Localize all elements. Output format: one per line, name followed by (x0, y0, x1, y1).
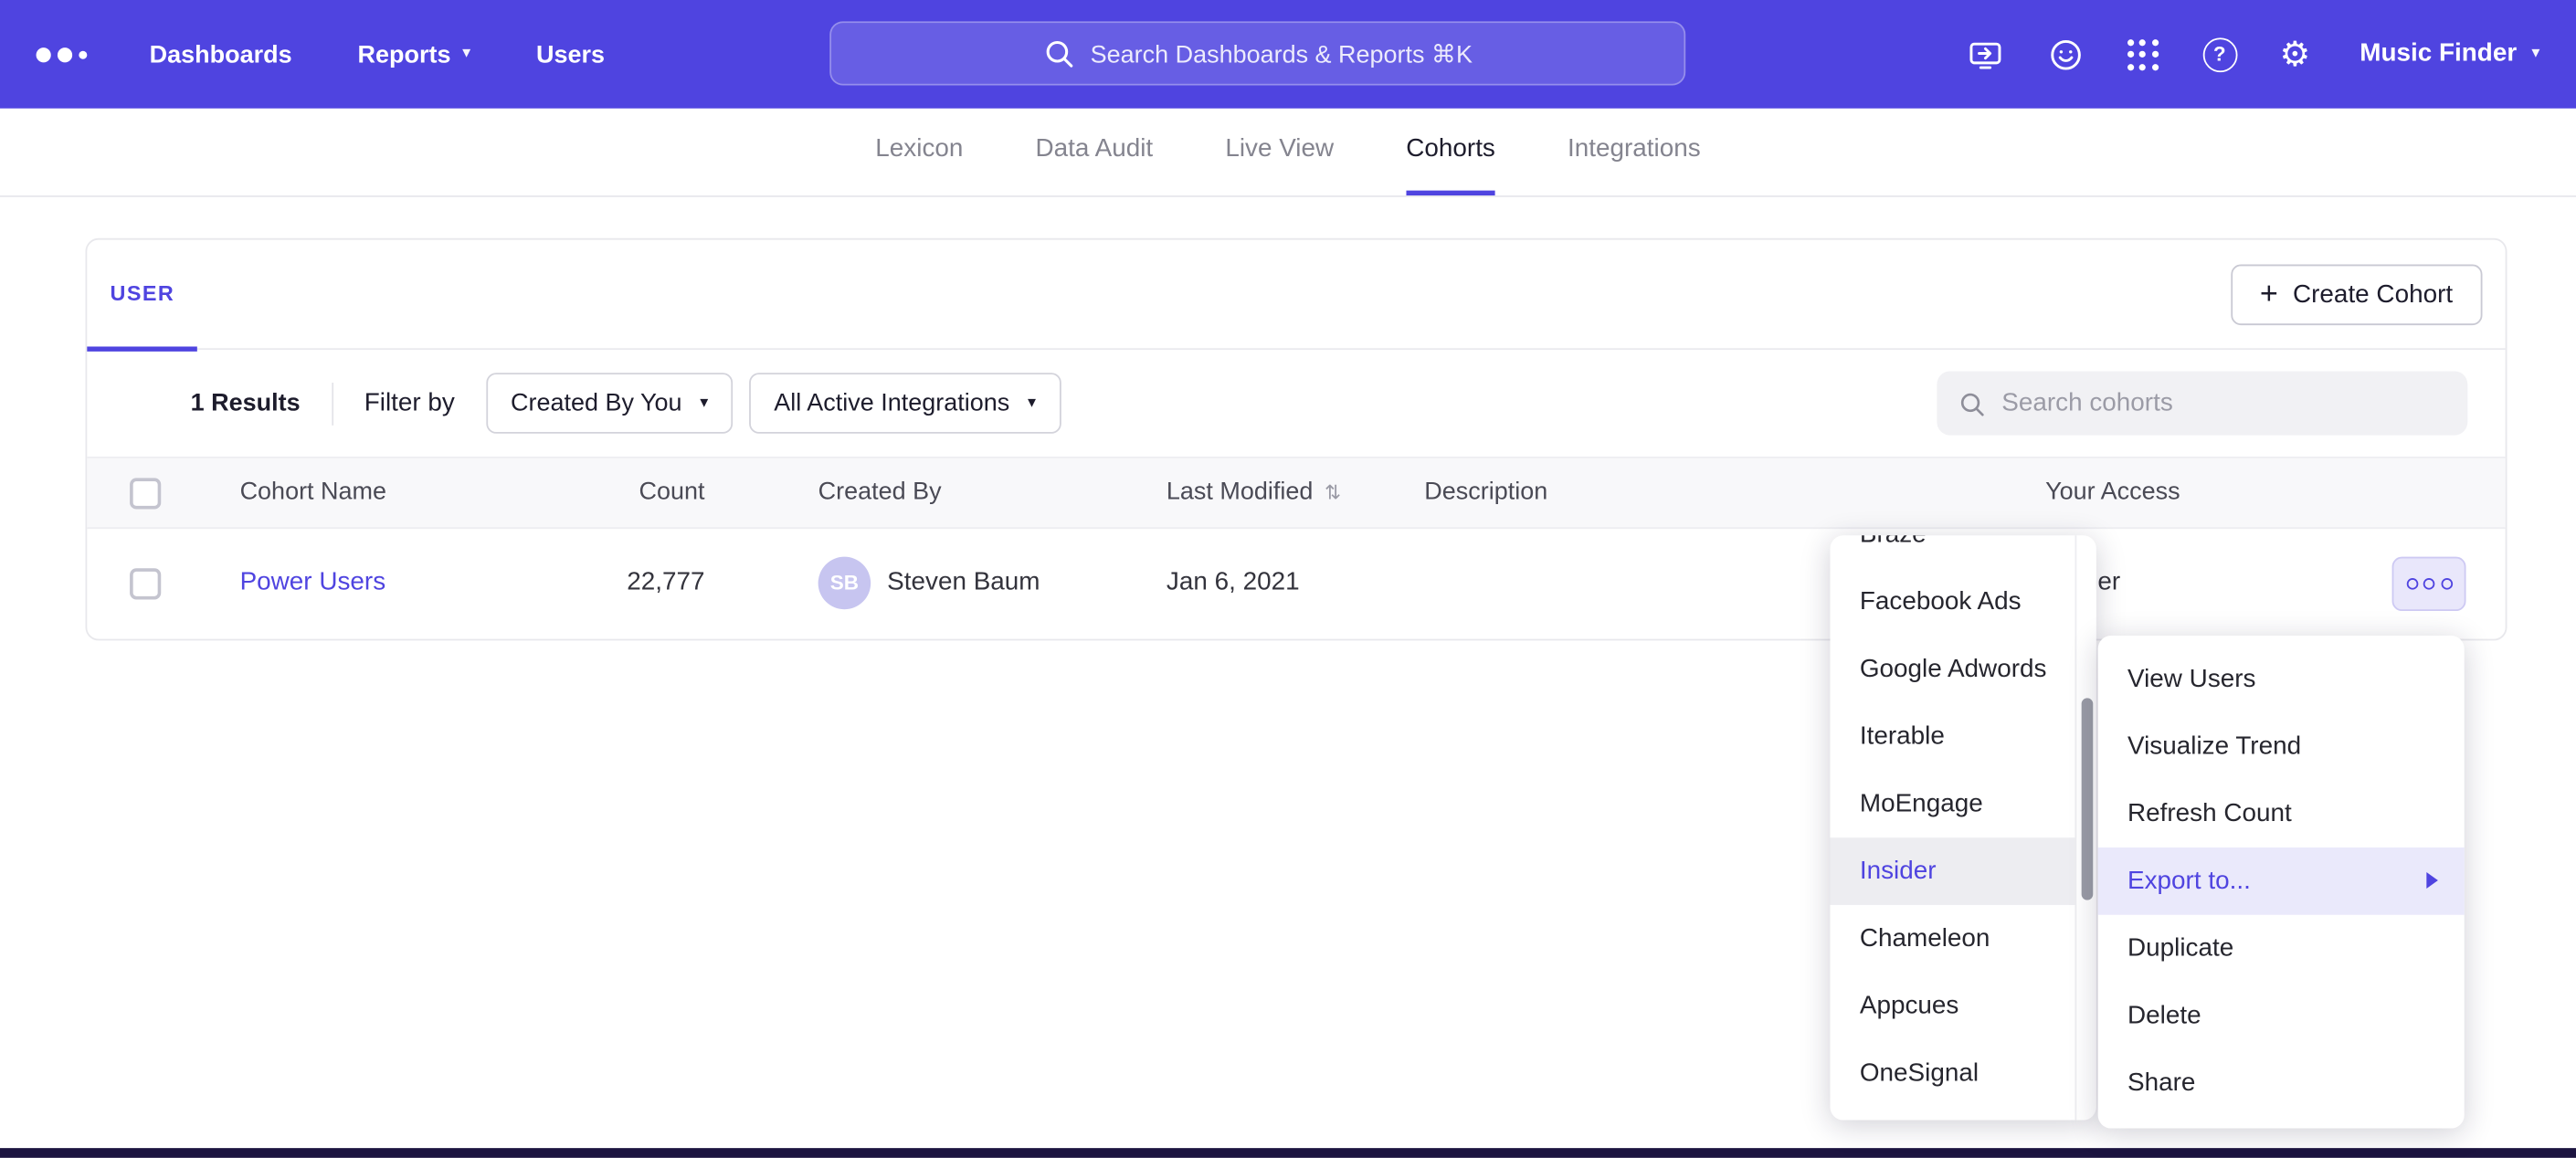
header-description: Description (1424, 458, 1547, 528)
results-count: 1 Results (191, 389, 301, 417)
logo-dot (37, 47, 51, 61)
table-row: Power Users 22,777 SB Steven Baum Jan 6,… (87, 529, 2505, 637)
global-search-placeholder: Search Dashboards & Reports ⌘K (1091, 38, 1473, 68)
integrations-filter-dropdown[interactable]: All Active Integrations ▾ (749, 373, 1061, 434)
header-last-modified-label: Last Modified (1167, 458, 1313, 528)
cohort-search-box (1937, 371, 2467, 435)
cohort-search-input[interactable] (2001, 388, 2446, 417)
nav-reports-label: Reports (358, 40, 451, 68)
feedback-smiley-icon[interactable] (2046, 36, 2084, 73)
tab-user-cohorts[interactable]: USER (87, 240, 197, 352)
navbar-actions: ? ⚙ Music Finder ▾ (1966, 36, 2540, 73)
last-modified-value: Jan 6, 2021 (1167, 529, 1300, 637)
top-navbar: Dashboards Reports ▾ Users Search Dashbo… (0, 0, 2576, 109)
menu-item-appcues[interactable]: Appcues (1830, 973, 2075, 1040)
workspace-switcher[interactable]: Music Finder ▾ (2360, 39, 2539, 68)
settings-gear-icon[interactable]: ⚙ (2279, 37, 2310, 71)
kebab-dot (2423, 578, 2435, 590)
scrollbar-track[interactable] (2075, 535, 2096, 1120)
export-menu-scroll-area: Braze Facebook Ads Google Adwords Iterab… (1830, 535, 2075, 1120)
search-icon (1958, 388, 1986, 417)
apps-grid-icon[interactable] (2127, 37, 2159, 70)
tab-integrations[interactable]: Integrations (1568, 109, 1701, 195)
kebab-dot (2441, 578, 2453, 590)
created-by-filter-dropdown[interactable]: Created By You ▾ (486, 373, 733, 434)
header-your-access: Your Access (2045, 458, 2180, 528)
primary-nav: Dashboards Reports ▾ Users (150, 40, 605, 68)
menu-item-visualize-trend[interactable]: Visualize Trend (2098, 713, 2465, 781)
chevron-down-icon: ▾ (700, 395, 708, 412)
workspace-name: Music Finder (2360, 39, 2517, 68)
menu-item-onesignal[interactable]: OneSignal (1830, 1039, 2075, 1107)
cohorts-card-header: USER + Create Cohort (87, 240, 2505, 350)
export-destinations-menu: Braze Facebook Ads Google Adwords Iterab… (1830, 535, 2096, 1120)
cohorts-card: USER + Create Cohort 1 Results Filter by… (86, 238, 2507, 641)
section-tabs: Lexicon Data Audit Live View Cohorts Int… (0, 109, 2576, 197)
menu-item-moengage[interactable]: MoEngage (1830, 770, 2075, 837)
filter-row: 1 Results Filter by Created By You ▾ All… (87, 350, 2505, 457)
select-all-checkbox[interactable] (130, 478, 161, 509)
header-created-by: Created By (818, 458, 942, 528)
bottom-window-edge (0, 1148, 2576, 1158)
cohort-name-link[interactable]: Power Users (240, 529, 386, 637)
menu-item-duplicate[interactable]: Duplicate (2098, 915, 2465, 983)
tab-data-audit[interactable]: Data Audit (1036, 109, 1154, 195)
menu-item-braze[interactable]: Braze (1830, 535, 2075, 568)
menu-item-chameleon[interactable]: Chameleon (1830, 905, 2075, 973)
creator-name: Steven Baum (887, 529, 1040, 637)
menu-item-facebook-ads[interactable]: Facebook Ads (1830, 568, 2075, 636)
menu-item-refresh-count[interactable]: Refresh Count (2098, 780, 2465, 847)
menu-item-export-to-label: Export to... (2127, 868, 2251, 896)
nav-reports[interactable]: Reports ▾ (358, 40, 471, 68)
menu-item-google-adwords[interactable]: Google Adwords (1830, 636, 2075, 703)
chevron-down-icon: ▾ (2531, 46, 2539, 62)
search-icon (1042, 37, 1073, 68)
global-search-input[interactable]: Search Dashboards & Reports ⌘K (829, 21, 1685, 85)
logo-dot (79, 50, 87, 58)
header-count: Count (541, 458, 705, 528)
sort-icon[interactable]: ⇅ (1325, 458, 1341, 528)
row-actions-kebab-button[interactable] (2392, 557, 2466, 611)
tab-cohorts[interactable]: Cohorts (1406, 109, 1495, 195)
row-actions-menu: View Users Visualize Trend Refresh Count… (2098, 636, 2465, 1129)
logo-dot (58, 47, 72, 61)
header-last-modified[interactable]: Last Modified ⇅ (1167, 458, 1341, 528)
menu-item-delete[interactable]: Delete (2098, 982, 2465, 1049)
chevron-down-icon: ▾ (462, 46, 470, 62)
kebab-dot (2406, 578, 2418, 590)
filter-by-label: Filter by (364, 388, 455, 417)
plus-icon: + (2260, 279, 2278, 310)
nav-dashboards[interactable]: Dashboards (150, 40, 292, 68)
creator-avatar: SB (818, 557, 871, 610)
integrations-filter-label: All Active Integrations (774, 389, 1009, 417)
tab-lexicon[interactable]: Lexicon (875, 109, 963, 195)
chevron-down-icon: ▾ (1028, 395, 1036, 412)
help-icon[interactable]: ? (2202, 37, 2237, 71)
tab-live-view[interactable]: Live View (1225, 109, 1334, 195)
divider (332, 382, 333, 425)
create-cohort-label: Create Cohort (2293, 280, 2453, 310)
menu-item-insider[interactable]: Insider (1830, 837, 2075, 905)
submenu-arrow-icon (2426, 872, 2438, 889)
menu-item-share[interactable]: Share (2098, 1049, 2465, 1117)
scrollbar-thumb[interactable] (2082, 698, 2094, 900)
menu-item-iterable[interactable]: Iterable (1830, 703, 2075, 771)
app-window: Dashboards Reports ▾ Users Search Dashbo… (0, 0, 2576, 1158)
row-checkbox[interactable] (130, 568, 161, 599)
mixpanel-logo[interactable] (37, 47, 88, 61)
header-cohort-name: Cohort Name (240, 458, 386, 528)
table-header-row: Cohort Name Count Created By Last Modifi… (87, 457, 2505, 529)
cohort-count: 22,777 (541, 529, 705, 637)
menu-item-view-users[interactable]: View Users (2098, 646, 2465, 713)
menu-item-export-to[interactable]: Export to... (2098, 847, 2465, 915)
created-by-filter-label: Created By You (511, 389, 681, 417)
data-out-icon[interactable] (1966, 36, 2003, 73)
create-cohort-button[interactable]: + Create Cohort (2230, 265, 2482, 326)
nav-users[interactable]: Users (536, 40, 605, 68)
